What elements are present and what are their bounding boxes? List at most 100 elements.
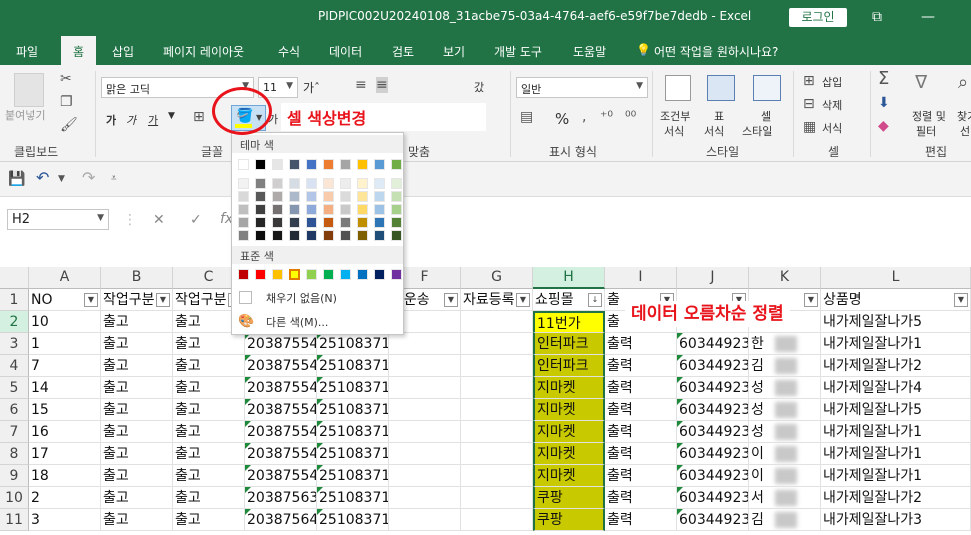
data-cell[interactable]: 20387554: [245, 399, 317, 421]
data-cell[interactable]: [389, 333, 461, 355]
shopping-mall-cell[interactable]: 쿠팡: [533, 487, 605, 509]
data-cell[interactable]: 내가제일잘나가5: [821, 311, 971, 333]
data-cell[interactable]: 20387554: [245, 377, 317, 399]
ribbon-display-icon[interactable]: ⧉: [872, 8, 882, 26]
data-cell[interactable]: [389, 377, 461, 399]
accounting-format-icon[interactable]: ▤: [520, 109, 533, 125]
more-colors-option[interactable]: 🎨 다른 색(M)...: [232, 310, 403, 334]
theme-shade-swatch[interactable]: [255, 178, 266, 189]
data-cell[interactable]: 2: [29, 487, 101, 509]
data-cell[interactable]: 60344923: [677, 333, 749, 355]
theme-shade-swatch[interactable]: [391, 191, 402, 202]
insert-cells-icon[interactable]: ⊞: [803, 73, 815, 89]
tab-formulas[interactable]: 수식: [278, 43, 300, 60]
number-format-select[interactable]: 일반 ▼: [516, 77, 648, 98]
filter-dropdown-icon[interactable]: ▼: [804, 293, 818, 307]
data-cell[interactable]: 한: [749, 333, 821, 355]
increase-decimal-icon[interactable]: ⁺⁰: [600, 109, 613, 125]
undo-dropdown-icon[interactable]: ▼: [58, 171, 65, 187]
decrease-decimal-icon[interactable]: ⁰⁰: [625, 109, 636, 125]
theme-shade-swatch[interactable]: [238, 204, 249, 215]
data-cell[interactable]: 20387563: [245, 487, 317, 509]
data-cell[interactable]: [389, 399, 461, 421]
data-cell[interactable]: 출고: [101, 509, 173, 531]
data-cell[interactable]: [389, 421, 461, 443]
italic-button[interactable]: 가: [126, 112, 136, 128]
data-cell[interactable]: 내가제일잘나가2: [821, 487, 971, 509]
header-cell[interactable]: NO ▼: [29, 289, 101, 311]
shopping-mall-cell[interactable]: 쿠팡: [533, 509, 605, 531]
theme-shade-swatch[interactable]: [238, 191, 249, 202]
theme-shade-swatch[interactable]: [357, 230, 368, 241]
data-cell[interactable]: 출고: [173, 377, 245, 399]
theme-color-swatch[interactable]: [238, 159, 249, 170]
underline-dropdown-icon[interactable]: ▼: [168, 111, 175, 121]
sort-filter-icon[interactable]: ᐁ: [915, 74, 927, 92]
tab-developer[interactable]: 개발 도구: [494, 43, 542, 60]
data-cell[interactable]: 출고: [173, 509, 245, 531]
theme-color-swatch[interactable]: [374, 159, 385, 170]
filter-dropdown-icon[interactable]: ▼: [444, 293, 458, 307]
fill-icon[interactable]: ⬇: [878, 95, 890, 111]
data-cell[interactable]: 출고: [101, 465, 173, 487]
data-cell[interactable]: 60344923: [677, 509, 749, 531]
header-cell[interactable]: 쇼핑몰 ↓: [533, 289, 605, 311]
theme-shade-swatch[interactable]: [255, 204, 266, 215]
theme-shade-swatch[interactable]: [391, 217, 402, 228]
theme-shade-swatch[interactable]: [289, 191, 300, 202]
data-cell[interactable]: [461, 465, 533, 487]
data-cell[interactable]: 출력: [605, 465, 677, 487]
theme-shade-swatch[interactable]: [340, 217, 351, 228]
find-icon[interactable]: ⌕: [958, 74, 968, 92]
redo-icon[interactable]: ↷: [82, 170, 95, 186]
cancel-icon[interactable]: ✕: [153, 212, 165, 228]
data-cell[interactable]: 20387554: [245, 333, 317, 355]
tab-insert[interactable]: 삽입: [112, 43, 134, 60]
find-select-label1[interactable]: 찾기: [957, 108, 971, 124]
standard-color-swatch[interactable]: [323, 269, 334, 280]
tab-file[interactable]: 파일: [16, 43, 38, 60]
data-cell[interactable]: 60344923: [677, 399, 749, 421]
row-header[interactable]: 9: [0, 465, 29, 487]
grow-font-icon[interactable]: 가ˆ: [303, 79, 320, 96]
data-cell[interactable]: 서: [749, 487, 821, 509]
column-header-a[interactable]: A: [29, 267, 101, 289]
row-header[interactable]: 7: [0, 421, 29, 443]
standard-color-swatch[interactable]: [272, 269, 283, 280]
data-cell[interactable]: 출고: [173, 487, 245, 509]
name-box[interactable]: H2 ▼: [7, 209, 109, 230]
insert-cells-button[interactable]: 삽입: [822, 74, 842, 90]
theme-shade-swatch[interactable]: [255, 191, 266, 202]
data-cell[interactable]: 출고: [173, 465, 245, 487]
data-cell[interactable]: 60344923: [677, 487, 749, 509]
header-cell[interactable]: 상품명 ▼: [821, 289, 971, 311]
data-cell[interactable]: 25108371: [317, 509, 389, 531]
column-header-j[interactable]: J: [677, 267, 749, 289]
standard-color-swatch[interactable]: [391, 269, 402, 280]
border-icon[interactable]: ⊞: [193, 109, 205, 125]
data-cell[interactable]: 25108371: [317, 487, 389, 509]
data-cell[interactable]: 성: [749, 399, 821, 421]
data-cell[interactable]: 출고: [101, 355, 173, 377]
tab-home[interactable]: 홈: [61, 36, 97, 65]
data-cell[interactable]: 3: [29, 509, 101, 531]
shopping-mall-cell[interactable]: 지마켓: [533, 399, 605, 421]
align-middle-icon[interactable]: ≡: [376, 77, 388, 93]
format-as-table-label2[interactable]: 서식: [704, 123, 724, 139]
data-cell[interactable]: [389, 509, 461, 531]
data-cell[interactable]: 내가제일잘나가1: [821, 465, 971, 487]
theme-shade-swatch[interactable]: [306, 191, 317, 202]
data-cell[interactable]: [461, 509, 533, 531]
format-as-table-icon[interactable]: [707, 75, 735, 101]
data-cell[interactable]: [461, 377, 533, 399]
data-cell[interactable]: 출고: [101, 399, 173, 421]
filter-dropdown-icon[interactable]: ▼: [954, 293, 968, 307]
conditional-format-label1[interactable]: 조건부: [660, 108, 690, 124]
format-cells-icon[interactable]: ▦: [803, 119, 816, 135]
theme-color-swatch[interactable]: [323, 159, 334, 170]
login-button[interactable]: 로그인: [789, 8, 847, 27]
theme-shade-swatch[interactable]: [238, 230, 249, 241]
tab-review[interactable]: 검토: [392, 43, 414, 60]
theme-color-swatch[interactable]: [306, 159, 317, 170]
data-cell[interactable]: 내가제일잘나가5: [821, 399, 971, 421]
